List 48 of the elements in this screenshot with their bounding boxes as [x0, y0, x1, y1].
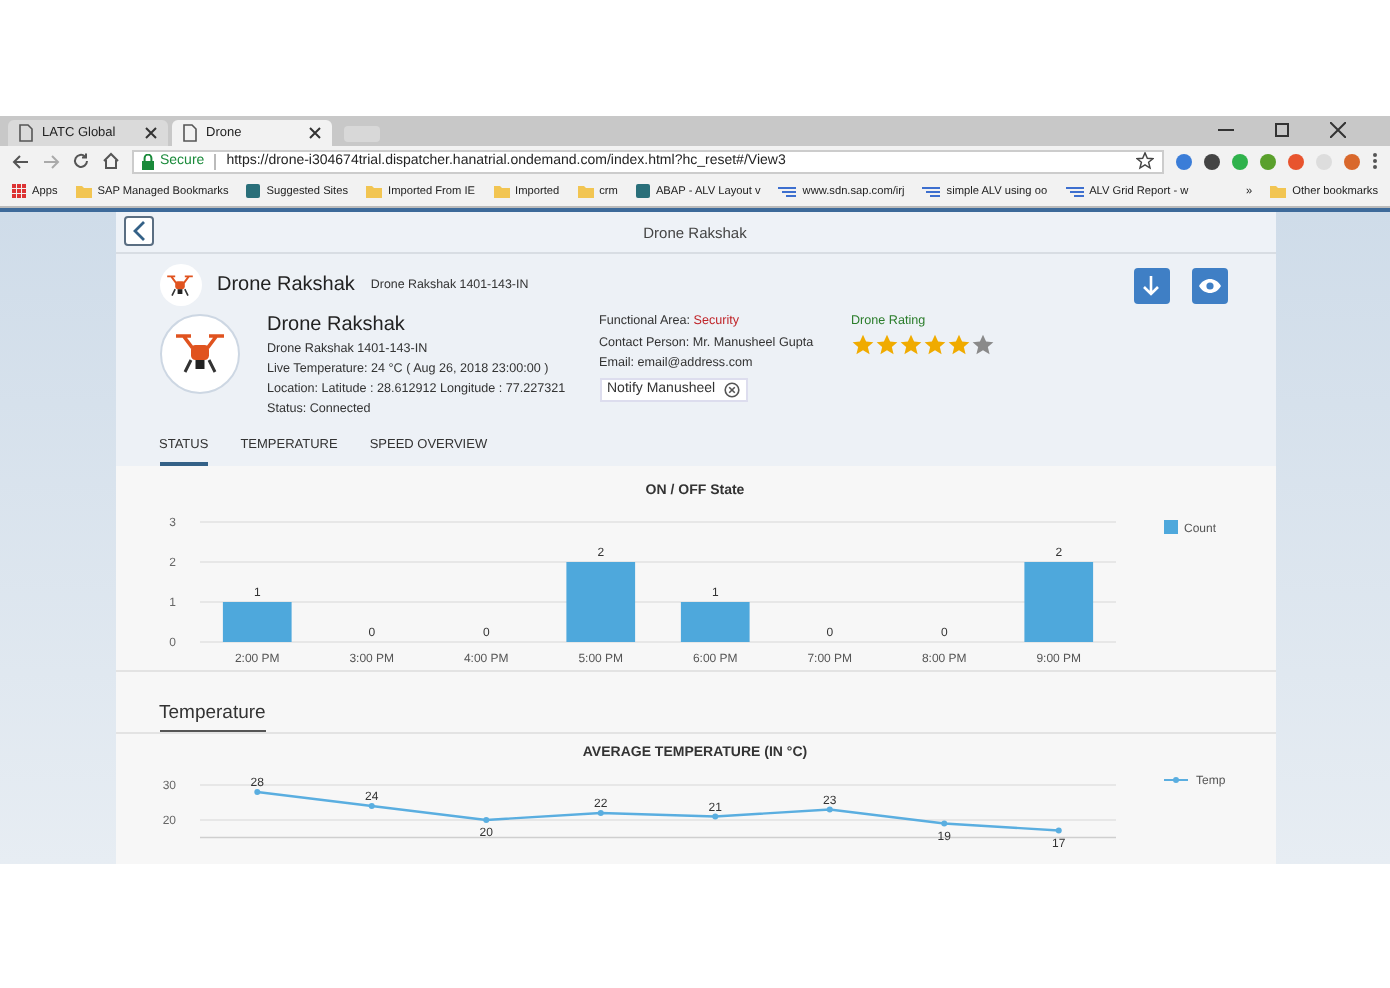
back-chevron-icon — [131, 220, 145, 242]
page-icon — [182, 124, 198, 142]
folder-icon — [577, 184, 594, 198]
star-icon[interactable] — [1136, 152, 1154, 170]
folder-icon — [366, 184, 383, 198]
point — [253, 789, 260, 795]
restore-icon[interactable] — [1274, 122, 1290, 138]
eye-icon — [1197, 277, 1221, 293]
chart-bar — [565, 562, 635, 642]
chart-bar — [1023, 562, 1093, 642]
link-icon — [778, 185, 797, 197]
home-icon[interactable] — [102, 152, 120, 170]
folder-icon — [75, 184, 92, 198]
folder-icon — [1270, 184, 1287, 198]
download-icon — [1142, 275, 1160, 295]
header-title: Drone Rakshak — [217, 274, 355, 296]
reload-icon[interactable] — [72, 152, 90, 170]
chart-bar — [221, 602, 291, 642]
lock-icon — [142, 153, 154, 169]
download-button[interactable] — [1133, 267, 1169, 303]
close-icon[interactable] — [308, 126, 322, 140]
page-icon — [18, 124, 34, 142]
point — [711, 813, 718, 820]
chart-bar — [679, 602, 749, 642]
link-icon — [1065, 185, 1084, 197]
star-icon — [947, 334, 969, 356]
menu-icon[interactable] — [1372, 152, 1378, 170]
apps-grid-icon — [12, 184, 26, 198]
star-icon — [923, 334, 945, 356]
star-icon — [899, 334, 921, 356]
star-icon — [851, 334, 873, 356]
point — [940, 820, 947, 827]
section-title: Temperature — [159, 702, 266, 732]
point — [825, 806, 832, 813]
site-icon — [246, 184, 261, 198]
point — [1054, 827, 1061, 834]
close-circle-icon — [723, 381, 740, 397]
star-icon — [971, 334, 993, 356]
close-icon[interactable] — [1330, 122, 1346, 138]
close-icon[interactable] — [144, 126, 158, 140]
object-name: Drone Rakshak — [267, 314, 407, 336]
link-icon — [922, 185, 941, 197]
view-button[interactable] — [1191, 267, 1227, 303]
star-icon — [875, 334, 897, 356]
back-button[interactable] — [123, 216, 153, 246]
site-icon — [635, 184, 650, 198]
back-arrow-icon[interactable] — [12, 153, 30, 169]
folder-icon — [493, 184, 510, 198]
